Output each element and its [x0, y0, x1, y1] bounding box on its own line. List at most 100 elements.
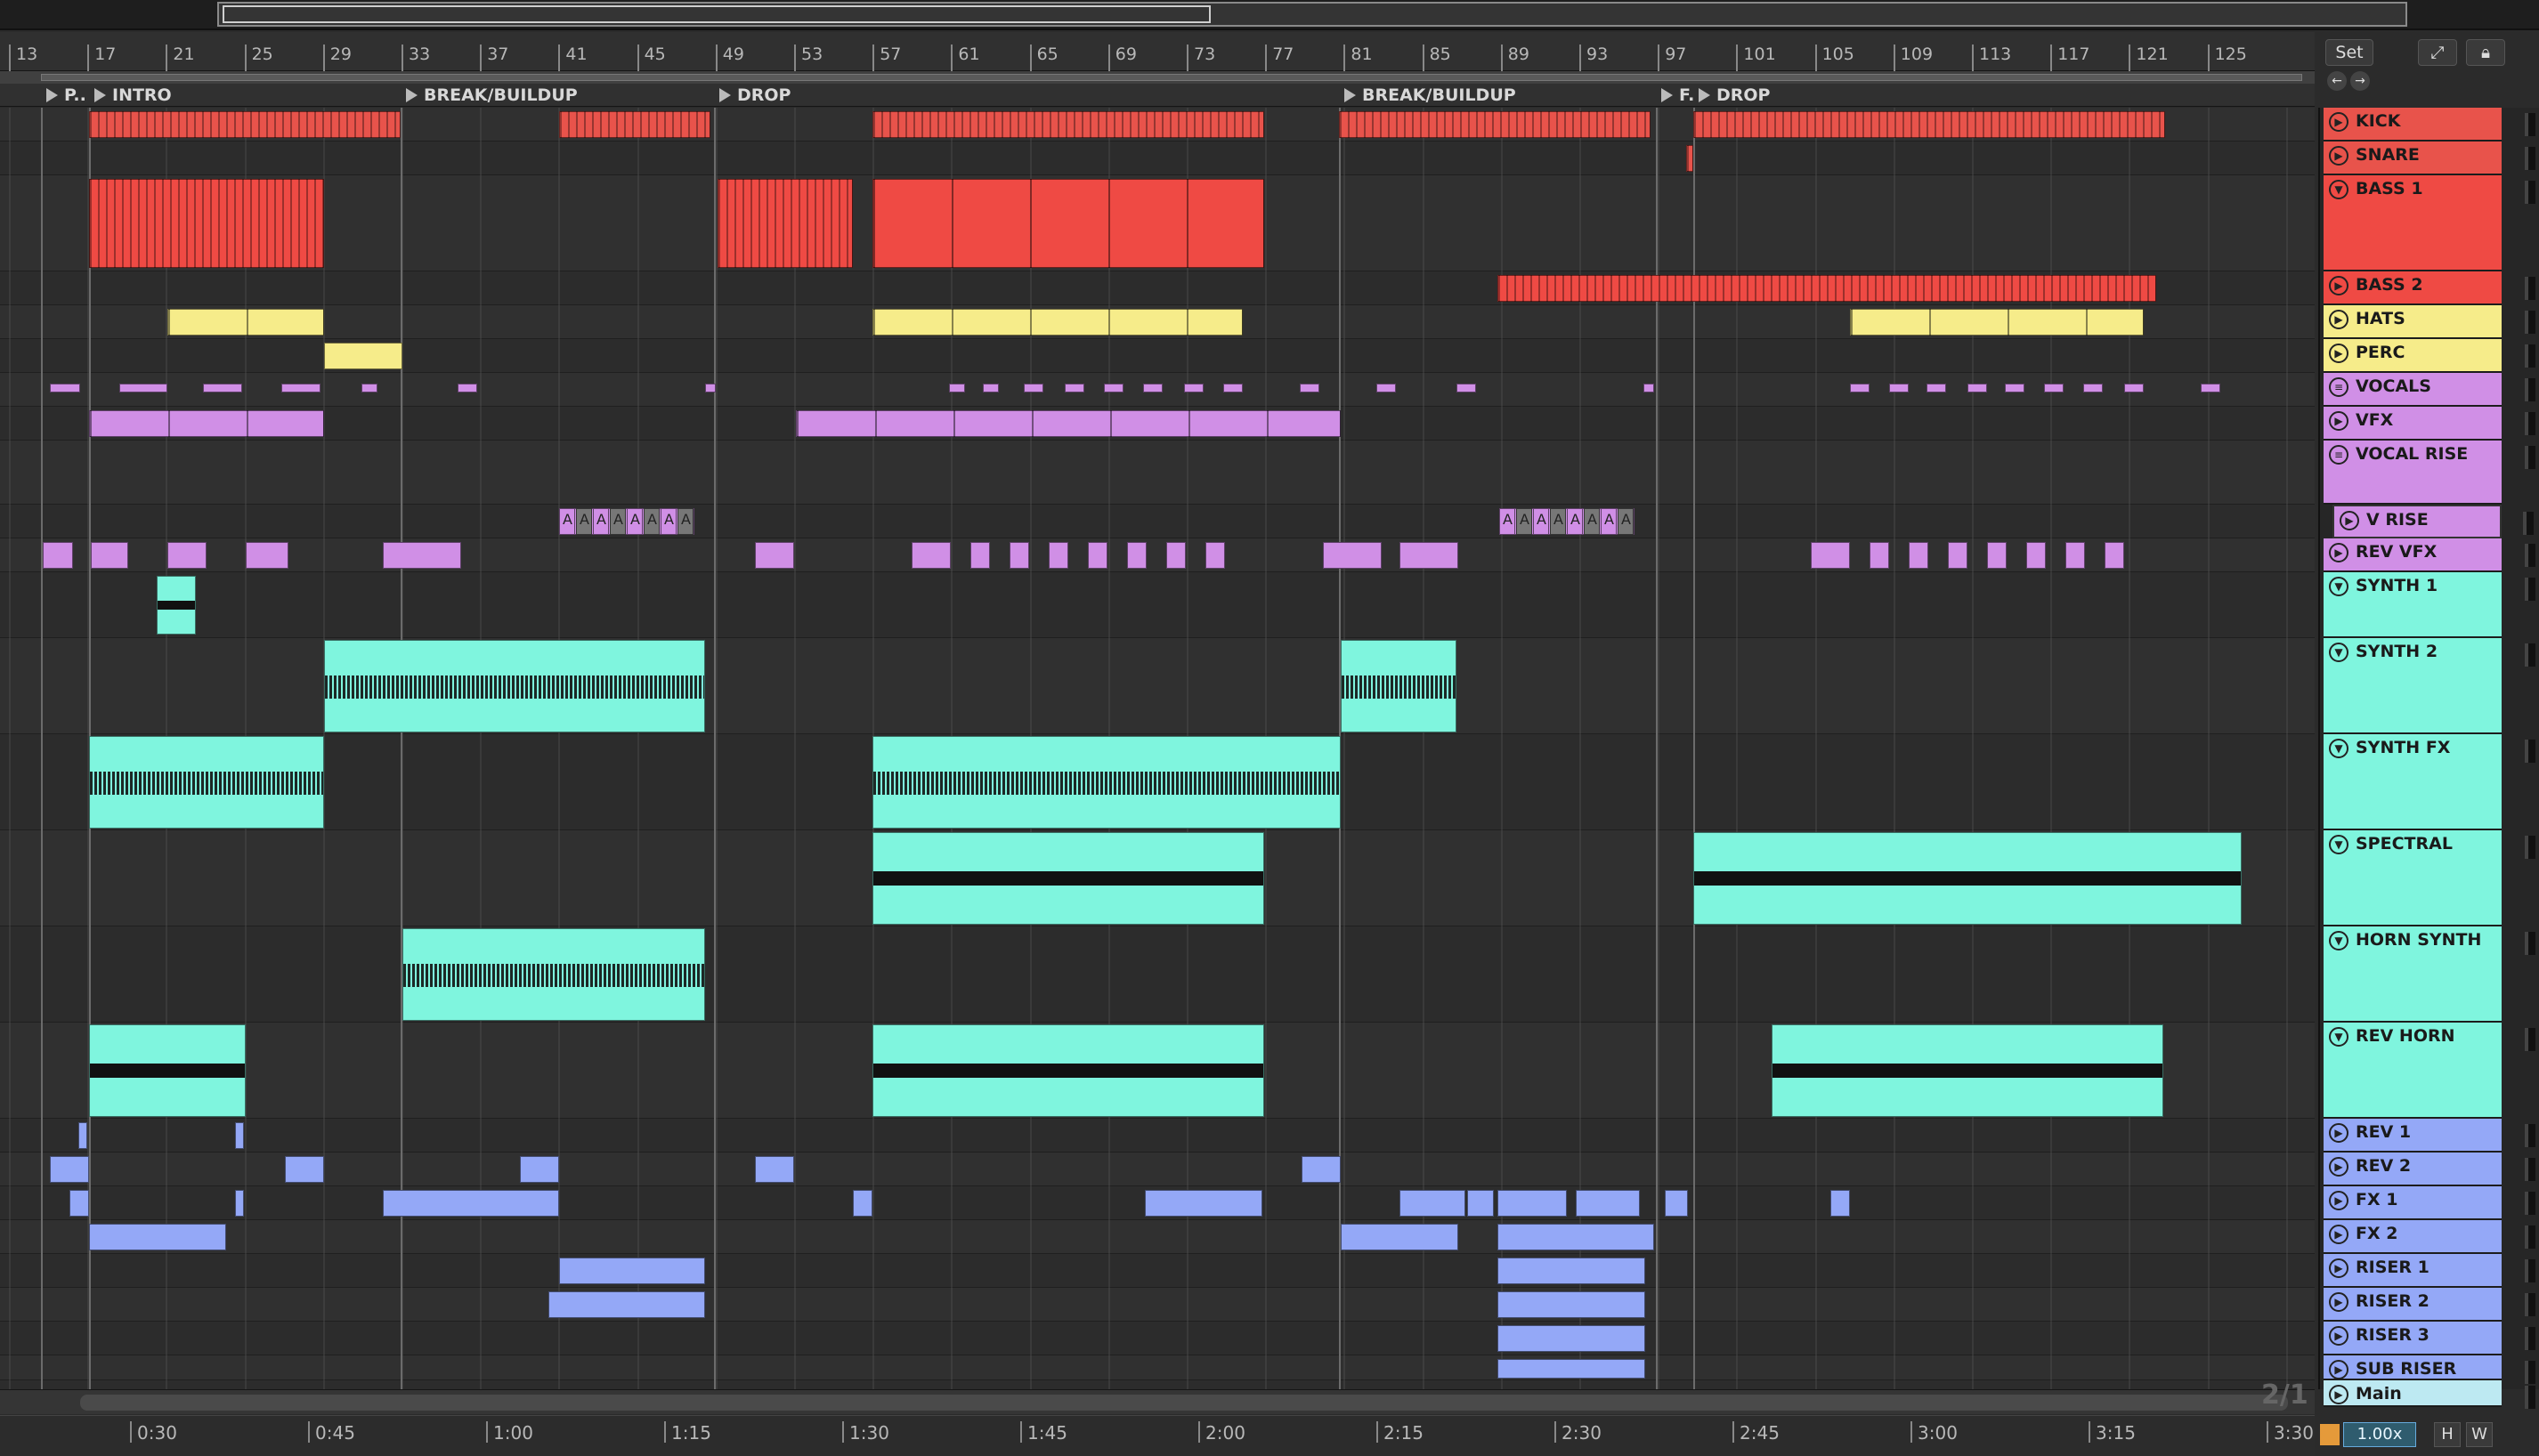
play-icon[interactable]: ▶ [2329, 1385, 2348, 1404]
fold-icon[interactable]: ▼ [2329, 1027, 2348, 1047]
clip[interactable] [69, 1190, 89, 1217]
clip[interactable] [1399, 542, 1458, 569]
prev-locator-icon[interactable]: ← [2327, 71, 2347, 91]
overview-visible-window[interactable] [223, 5, 1211, 23]
clip[interactable] [872, 1024, 1264, 1117]
clip[interactable] [89, 1224, 226, 1250]
track-header[interactable]: ≡ VOCALS [2324, 373, 2535, 407]
vocal-rise-clip[interactable]: A [627, 508, 643, 535]
clip[interactable] [2105, 542, 2124, 569]
locator-play-icon[interactable] [1699, 88, 1710, 102]
clip[interactable] [1665, 1190, 1688, 1217]
track-lane[interactable] [0, 142, 2315, 175]
clip[interactable] [1376, 384, 1396, 392]
vocal-rise-clip[interactable]: A [661, 508, 677, 535]
clip[interactable] [50, 384, 80, 392]
clip[interactable] [1497, 1224, 1654, 1250]
clip[interactable] [548, 1291, 705, 1318]
track-header[interactable]: ≡ VOCAL RISE [2324, 441, 2535, 505]
track-header[interactable]: ▶ V RISE [2332, 505, 2534, 538]
clip[interactable] [1811, 542, 1850, 569]
clip[interactable] [383, 1190, 559, 1217]
clip[interactable] [2124, 384, 2144, 392]
next-locator-icon[interactable]: → [2350, 71, 2370, 91]
clip[interactable] [1576, 1190, 1640, 1217]
track-lane[interactable] [0, 1288, 2315, 1322]
vocal-rise-clip[interactable]: A [1516, 508, 1532, 535]
track-header[interactable]: ▶ VFX [2324, 407, 2535, 441]
overview-strip[interactable] [217, 2, 2407, 27]
fold-icon[interactable]: ▼ [2329, 643, 2348, 662]
clip[interactable] [281, 384, 320, 392]
arrangement-view[interactable]: AAAAAAAAAAAAAAAA [0, 108, 2315, 1389]
locator-play-icon[interactable] [406, 88, 418, 102]
clip[interactable] [718, 179, 853, 268]
track-header[interactable]: ▼ SPECTRAL [2324, 830, 2535, 926]
clip[interactable] [235, 1190, 244, 1217]
track-lane[interactable] [0, 1220, 2315, 1254]
clip[interactable] [1049, 542, 1068, 569]
track-header[interactable]: ▶ SUB RISER [2324, 1355, 2535, 1384]
track-header[interactable]: ▶ KICK [2324, 108, 2535, 142]
track-lane[interactable] [0, 1153, 2315, 1186]
locator[interactable]: DROP [714, 84, 791, 107]
track-header[interactable]: ▼ BASS 1 [2324, 175, 2535, 271]
clip[interactable] [872, 736, 1341, 829]
clip[interactable] [755, 1156, 794, 1183]
clip[interactable] [1497, 275, 2156, 302]
clip[interactable] [285, 1156, 324, 1183]
locator[interactable]: F. [1656, 84, 1694, 107]
clip[interactable] [1184, 384, 1204, 392]
clip[interactable] [1497, 1258, 1645, 1284]
clip[interactable] [755, 542, 794, 569]
clip[interactable] [520, 1156, 559, 1183]
clip[interactable] [872, 309, 1243, 336]
clip[interactable] [872, 179, 1264, 268]
clip[interactable] [119, 384, 167, 392]
clip[interactable] [91, 542, 128, 569]
play-icon[interactable]: ▶ [2329, 344, 2348, 363]
track-header[interactable]: ▶ REV VFX [2324, 538, 2535, 572]
arrangement-overview[interactable] [0, 0, 2539, 30]
clip[interactable] [705, 384, 716, 392]
loop-brace[interactable] [0, 71, 2315, 84]
track-header[interactable]: ▼ SYNTH FX [2324, 734, 2535, 830]
clip[interactable] [1300, 384, 1319, 392]
group-icon[interactable]: ≡ [2329, 445, 2348, 465]
loop-region[interactable] [41, 74, 2302, 81]
set-button[interactable]: Set [2325, 39, 2373, 66]
clip[interactable] [167, 309, 324, 336]
clip[interactable] [167, 542, 207, 569]
track-lane[interactable] [0, 572, 2315, 638]
vocal-rise-clip[interactable]: A [1533, 508, 1549, 535]
clip[interactable] [157, 576, 196, 635]
clip[interactable] [2201, 384, 2220, 392]
play-icon[interactable]: ▶ [2329, 1258, 2348, 1278]
track-header[interactable]: ▶ RISER 1 [2324, 1254, 2535, 1288]
vocal-rise-clip[interactable]: A [1499, 508, 1515, 535]
clip[interactable] [872, 111, 1264, 138]
zoom-value[interactable]: 1.00x [2343, 1422, 2416, 1447]
locator[interactable]: DROP [1693, 84, 1770, 107]
clip[interactable] [89, 179, 324, 268]
track-header[interactable]: ▶ FX 2 [2324, 1220, 2535, 1254]
track-header[interactable]: ▶ PERC [2324, 339, 2535, 373]
clip[interactable] [1497, 1325, 1645, 1352]
clip[interactable] [949, 384, 965, 392]
clip[interactable] [970, 542, 990, 569]
play-icon[interactable]: ▶ [2329, 1157, 2348, 1177]
play-icon[interactable]: ▶ [2329, 411, 2348, 431]
clip[interactable] [2083, 384, 2103, 392]
track-lane[interactable] [0, 441, 2315, 505]
scroll-thumb[interactable] [80, 1395, 2288, 1411]
track-lane[interactable] [0, 1380, 2315, 1389]
play-icon[interactable]: ▶ [2329, 1123, 2348, 1143]
clip[interactable] [458, 384, 477, 392]
clip[interactable] [1967, 384, 1987, 392]
clip[interactable] [1010, 542, 1029, 569]
lock-icon[interactable]: 🔒︎ [2466, 39, 2505, 66]
clip[interactable] [1497, 1190, 1567, 1217]
play-icon[interactable]: ▶ [2340, 511, 2359, 530]
clip[interactable] [1467, 1190, 1494, 1217]
play-icon[interactable]: ▶ [2329, 310, 2348, 329]
